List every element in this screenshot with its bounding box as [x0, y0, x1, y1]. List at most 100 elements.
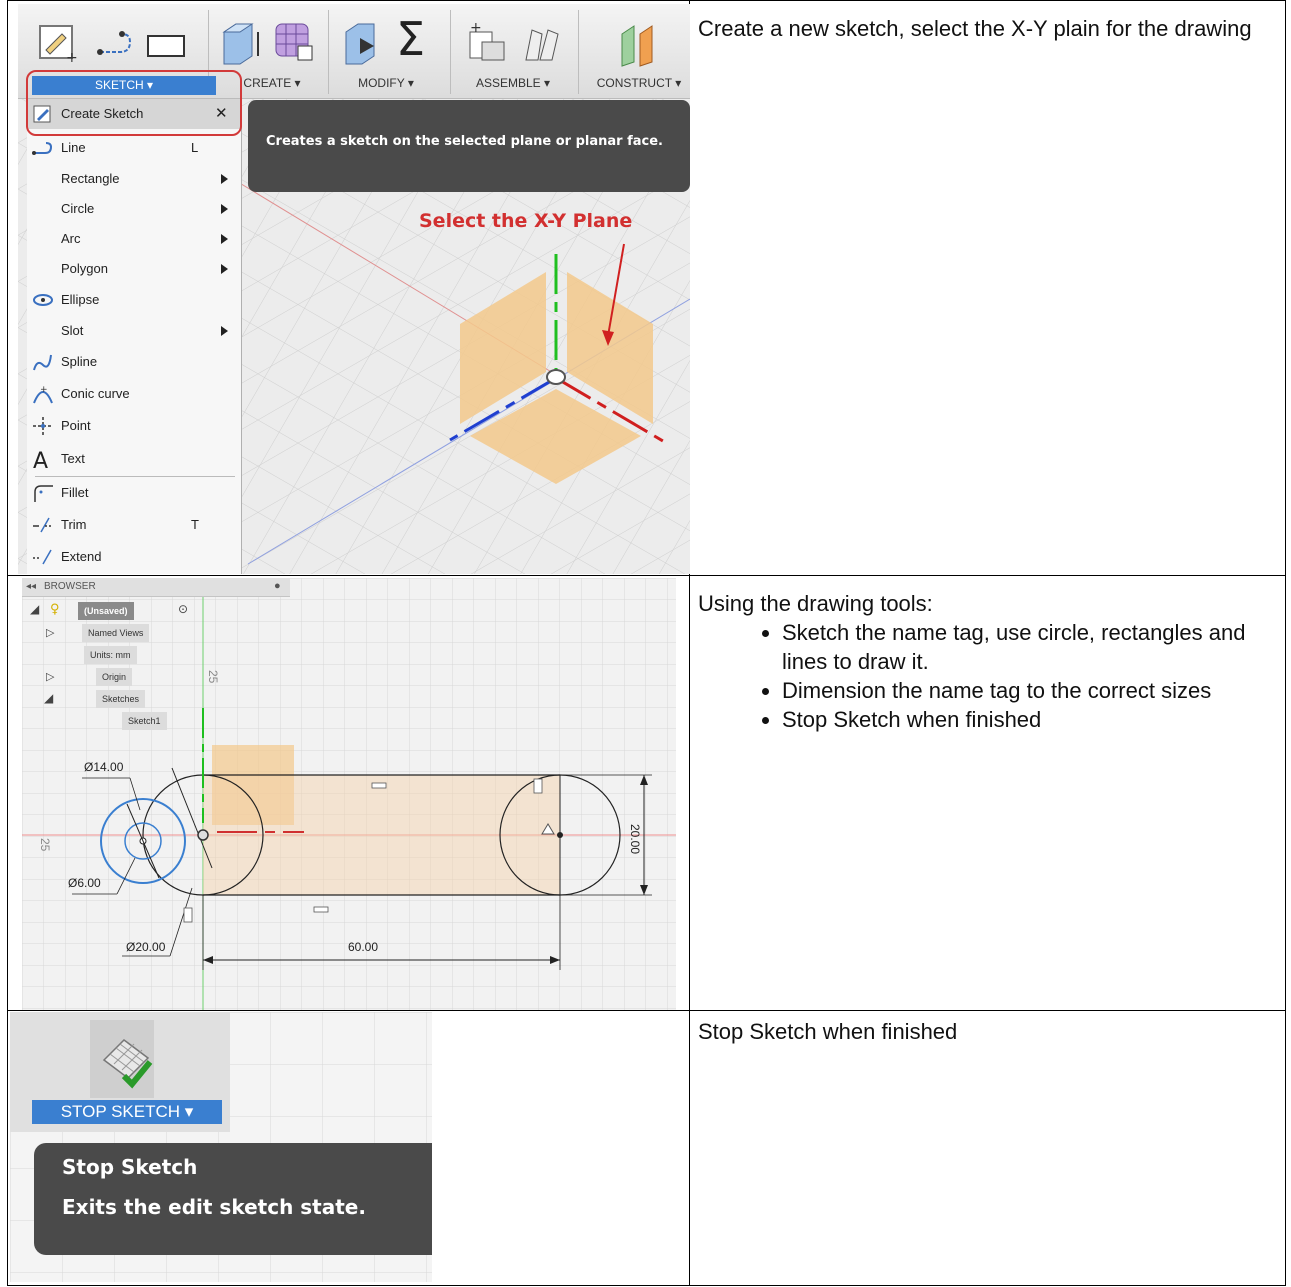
dim-length[interactable]: 60.00: [348, 940, 378, 954]
horizontal-constraint-icon[interactable]: [313, 906, 329, 913]
tangent-constraint-icon[interactable]: [183, 907, 193, 923]
menu-separator: [35, 476, 235, 477]
row2-description: Using the drawing tools: Sketch the name…: [698, 589, 1276, 734]
create-sketch-tooltip: Creates a sketch on the selected plane o…: [248, 100, 690, 192]
menu-item-rectangle[interactable]: Rectangle: [27, 164, 241, 194]
ellipse-icon: [33, 294, 53, 306]
browser-root-node[interactable]: (Unsaved): [78, 602, 134, 620]
grid-scale-label: 25: [38, 838, 52, 852]
menu-item-trim[interactable]: Trim T: [27, 510, 241, 540]
conic-curve-icon: +: [33, 385, 53, 404]
form-tool-icon[interactable]: [270, 18, 318, 68]
activate-icon[interactable]: ⊙: [178, 602, 188, 616]
menu-item-spline[interactable]: Spline: [27, 347, 241, 377]
collapse-icon[interactable]: ◂◂: [26, 581, 36, 592]
lightbulb-icon[interactable]: ♀: [50, 602, 60, 617]
submenu-arrow-icon: [221, 234, 228, 244]
row3-description: Stop Sketch when finished: [698, 1019, 958, 1044]
tooltip-body: Exits the edit sketch state.: [62, 1195, 366, 1219]
submenu-arrow-icon: [221, 204, 228, 214]
table-border-right: [1285, 0, 1286, 1286]
menu-item-text[interactable]: A Text: [27, 444, 241, 474]
menu-item-circle[interactable]: Circle: [27, 194, 241, 224]
press-pull-tool-icon[interactable]: [340, 18, 386, 68]
fillet-icon: [34, 485, 53, 502]
horizontal-constraint-icon[interactable]: [371, 782, 387, 789]
menu-item-polygon[interactable]: Polygon: [27, 254, 241, 284]
row-divider-1: [7, 575, 1286, 576]
tangent-constraint-icon[interactable]: [533, 778, 543, 794]
row2-bullet: Dimension the name tag to the correct si…: [782, 676, 1276, 705]
toolbar-separator: [450, 10, 451, 94]
submenu-arrow-icon: [221, 326, 228, 336]
rectangle-tool-icon[interactable]: [144, 30, 188, 64]
create-sketch-tool-icon[interactable]: +: [36, 22, 80, 66]
grid-scale-label: 25: [206, 670, 220, 684]
stop-sketch-tooltip: Stop Sketch Exits the edit sketch state.: [34, 1143, 432, 1255]
row2-intro: Using the drawing tools:: [698, 591, 933, 616]
row1-description: Create a new sketch, select the X-Y plai…: [698, 16, 1252, 41]
dim-end-diameter[interactable]: Ø20.00: [126, 940, 165, 954]
row-divider-2: [7, 1010, 1286, 1011]
sum-icon[interactable]: Σ: [396, 12, 425, 66]
offset-plane-icon[interactable]: [614, 18, 660, 68]
menu-item-slot[interactable]: Slot: [27, 316, 241, 346]
menu-item-ellipse[interactable]: Ellipse: [27, 285, 241, 315]
new-component-icon[interactable]: +: [464, 18, 510, 68]
table-border-top: [7, 0, 1286, 1]
text-icon: A: [33, 449, 48, 470]
browser-node-named-views[interactable]: Named Views: [82, 624, 150, 642]
fusion-screenshot-stop-sketch: STOP SKETCH ▾ Stop Sketch Exits the edit…: [10, 1012, 432, 1282]
point-icon: [33, 417, 53, 435]
svg-text:A: A: [33, 449, 48, 470]
sketch-dropdown-menu: Create Sketch ✕ Line L Rectangle Circle …: [27, 99, 242, 574]
menu-item-conic-curve[interactable]: + Conic curve: [27, 379, 241, 409]
joint-tool-icon[interactable]: [518, 20, 564, 68]
line-icon: [32, 142, 53, 155]
toolbar-separator: [578, 10, 579, 94]
dim-outer-diameter[interactable]: Ø14.00: [84, 760, 123, 774]
collapse-triangle-icon[interactable]: ◢: [44, 691, 53, 705]
submenu-arrow-icon: [221, 264, 228, 274]
browser-node-sketches[interactable]: Sketches: [96, 690, 146, 708]
browser-node-sketch1[interactable]: Sketch1: [122, 712, 167, 730]
panel-pin-icon[interactable]: ●: [274, 580, 281, 592]
construct-menu-button[interactable]: CONSTRUCT ▾: [588, 76, 690, 90]
browser-node-units[interactable]: Units: mm: [84, 646, 137, 664]
submenu-arrow-icon: [221, 174, 228, 184]
svg-text:+: +: [470, 20, 482, 36]
origin-point[interactable]: [197, 829, 209, 841]
menu-item-arc[interactable]: Arc: [27, 224, 241, 254]
svg-text:+: +: [66, 50, 78, 66]
toolbar-separator: [328, 10, 329, 94]
expand-triangle-icon[interactable]: ◢: [30, 602, 39, 616]
assemble-menu-button[interactable]: ASSEMBLE ▾: [458, 76, 568, 90]
menu-item-fillet[interactable]: Fillet: [27, 478, 241, 508]
name-tag-body: [203, 775, 560, 895]
fusion-screenshot-create-sketch: + Σ + SKETCH ▾ CREATE ▾ MODIFY ▾ ASSEMBL…: [18, 4, 690, 574]
stop-sketch-icon[interactable]: [98, 1032, 154, 1092]
expand-triangle-icon[interactable]: ▷: [46, 626, 54, 639]
modify-menu-button[interactable]: MODIFY ▾: [336, 76, 436, 90]
menu-item-point[interactable]: Point: [27, 411, 241, 441]
menu-item-extend[interactable]: Extend: [27, 542, 241, 572]
extrude-tool-icon[interactable]: [218, 18, 264, 68]
browser-panel-header[interactable]: ◂◂ BROWSER ●: [22, 578, 290, 597]
table-border-left: [7, 0, 8, 1286]
dim-hole-diameter[interactable]: Ø6.00: [68, 876, 101, 890]
expand-triangle-icon[interactable]: ▷: [46, 670, 54, 683]
table-border-bottom: [7, 1285, 1286, 1286]
menu-item-line[interactable]: Line L: [27, 133, 241, 163]
browser-node-origin[interactable]: Origin: [96, 668, 133, 686]
spline-icon: [33, 354, 52, 371]
highlight-outline: [26, 70, 242, 136]
line-tool-icon[interactable]: [94, 28, 138, 62]
svg-text:+: +: [40, 385, 48, 395]
origin-point[interactable]: [546, 369, 566, 385]
stop-sketch-button[interactable]: STOP SKETCH ▾: [32, 1100, 222, 1124]
dim-height[interactable]: 20.00: [628, 824, 642, 854]
right-center-point: [557, 832, 563, 838]
trim-icon: [33, 517, 53, 533]
extend-icon: [33, 549, 52, 565]
select-plane-annotation: Select the X-Y Plane: [419, 210, 633, 232]
